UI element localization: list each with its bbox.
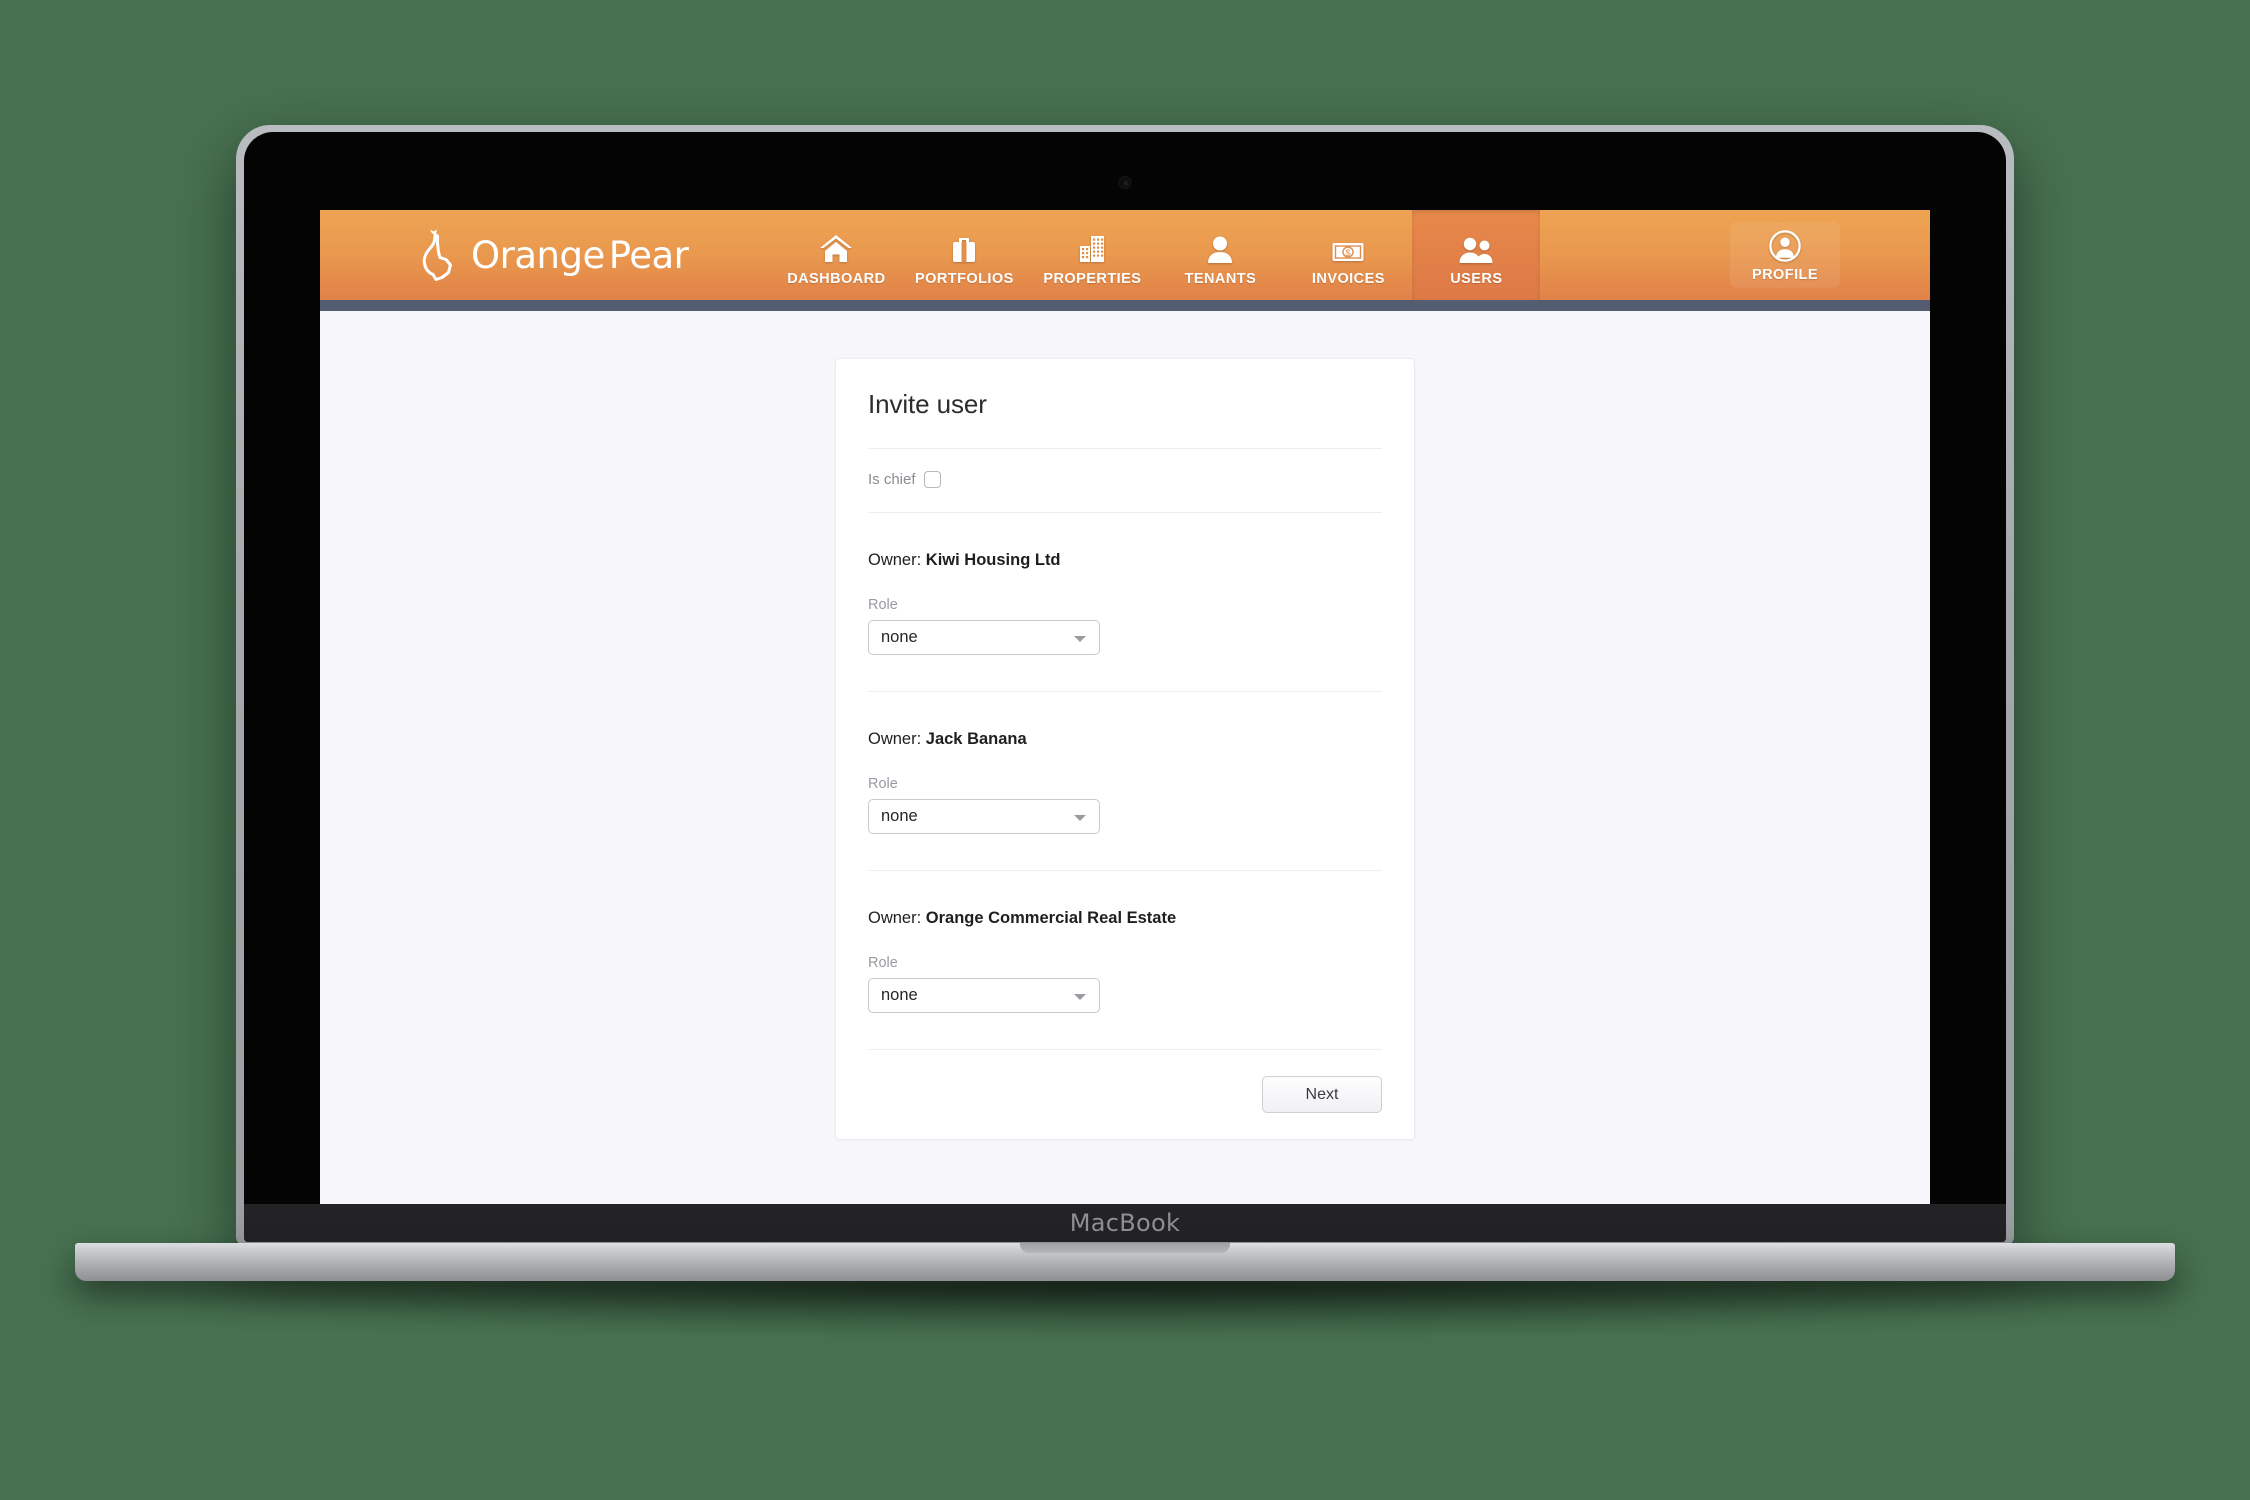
owner-block: Owner: Orange Commercial Real Estate Rol… <box>868 871 1382 1049</box>
role-select-value: none <box>881 807 918 825</box>
owner-heading: Owner: Orange Commercial Real Estate <box>868 909 1382 928</box>
card-footer: Next <box>868 1050 1382 1113</box>
owner-block: Owner: Kiwi Housing Ltd Role none <box>868 513 1382 691</box>
app-header: Orange Pear DASHBOARD PORTFOLIOS PROPERT… <box>320 210 1930 311</box>
nav-item-profile[interactable]: PROFILE <box>1730 222 1840 288</box>
is-chief-row: Is chief <box>868 449 1382 512</box>
banknote-icon: $ <box>1331 230 1365 264</box>
page-content: Invite user Is chief Owner: Kiwi Housing… <box>320 311 1930 1211</box>
pear-logo-icon <box>415 229 457 281</box>
next-button[interactable]: Next <box>1262 1076 1382 1113</box>
laptop-base-notch <box>1020 1243 1230 1253</box>
owner-name: Jack Banana <box>925 730 1027 748</box>
nav-label-properties: PROPERTIES <box>1043 270 1142 287</box>
nav-item-portfolios[interactable]: PORTFOLIOS <box>900 210 1028 300</box>
nav-item-tenants[interactable]: TENANTS <box>1156 210 1284 300</box>
brand-logo[interactable]: Orange Pear <box>320 210 708 311</box>
owner-block: Owner: Jack Banana Role none <box>868 692 1382 870</box>
is-chief-checkbox[interactable] <box>923 471 941 488</box>
owner-name: Kiwi Housing Ltd <box>925 551 1061 569</box>
owner-prefix: Owner: <box>868 730 922 748</box>
role-label: Role <box>868 776 898 792</box>
role-select-value: none <box>881 628 918 646</box>
nav-item-invoices[interactable]: $ INVOICES <box>1284 210 1412 300</box>
device-label: MacBook <box>1069 1209 1181 1237</box>
nav-label-tenants: TENANTS <box>1184 270 1257 287</box>
chevron-down-icon <box>1074 993 1086 1000</box>
nav-label-dashboard: DASHBOARD <box>787 270 886 287</box>
owner-heading: Owner: Jack Banana <box>868 730 1382 749</box>
person-icon <box>1205 230 1235 264</box>
briefcase-icon <box>948 230 980 264</box>
laptop-base <box>75 1243 2175 1281</box>
owner-prefix: Owner: <box>868 551 922 569</box>
screen-viewport: Orange Pear DASHBOARD PORTFOLIOS PROPERT… <box>320 210 1930 1211</box>
owner-prefix: Owner: <box>868 909 922 927</box>
nav-item-dashboard[interactable]: DASHBOARD <box>772 210 900 300</box>
role-label: Role <box>868 597 898 613</box>
invite-user-card: Invite user Is chief Owner: Kiwi Housing… <box>835 358 1415 1140</box>
screen-bezel: Orange Pear DASHBOARD PORTFOLIOS PROPERT… <box>244 132 2006 1242</box>
chevron-down-icon <box>1074 635 1086 642</box>
buildings-icon <box>1076 230 1108 264</box>
home-icon <box>819 230 853 264</box>
webcam-icon <box>1118 176 1132 189</box>
nav-item-users[interactable]: USERS <box>1412 210 1541 300</box>
nav-label-portfolios: PORTFOLIOS <box>915 270 1014 287</box>
nav-label-profile: PROFILE <box>1752 266 1818 283</box>
brand-name-part1: Orange <box>471 233 605 277</box>
brand-name: Orange Pear <box>471 233 689 277</box>
nav-label-invoices: INVOICES <box>1311 270 1385 287</box>
owner-name: Orange Commercial Real Estate <box>925 909 1177 927</box>
role-select[interactable]: none <box>868 799 1100 834</box>
role-select[interactable]: none <box>868 620 1100 655</box>
role-label: Role <box>868 955 898 971</box>
is-chief-label: Is chief <box>868 471 916 488</box>
laptop-lid: Orange Pear DASHBOARD PORTFOLIOS PROPERT… <box>236 125 2014 1245</box>
nav-label-users: USERS <box>1450 270 1503 287</box>
chevron-down-icon <box>1074 814 1086 821</box>
owner-heading: Owner: Kiwi Housing Ltd <box>868 551 1382 570</box>
user-circle-icon <box>1769 228 1801 262</box>
main-navigation: DASHBOARD PORTFOLIOS PROPERTIES TENANTS … <box>772 210 1541 311</box>
page-title: Invite user <box>868 389 987 419</box>
laptop-chin: MacBook <box>244 1204 2006 1242</box>
nav-item-properties[interactable]: PROPERTIES <box>1028 210 1156 300</box>
laptop-device: Orange Pear DASHBOARD PORTFOLIOS PROPERT… <box>36 125 2216 1337</box>
laptop-shadow <box>36 1277 2216 1337</box>
role-select[interactable]: none <box>868 978 1100 1013</box>
people-icon <box>1458 230 1494 264</box>
brand-name-part2: Pear <box>608 233 689 277</box>
role-select-value: none <box>881 986 918 1004</box>
svg-text:$: $ <box>1346 248 1351 258</box>
